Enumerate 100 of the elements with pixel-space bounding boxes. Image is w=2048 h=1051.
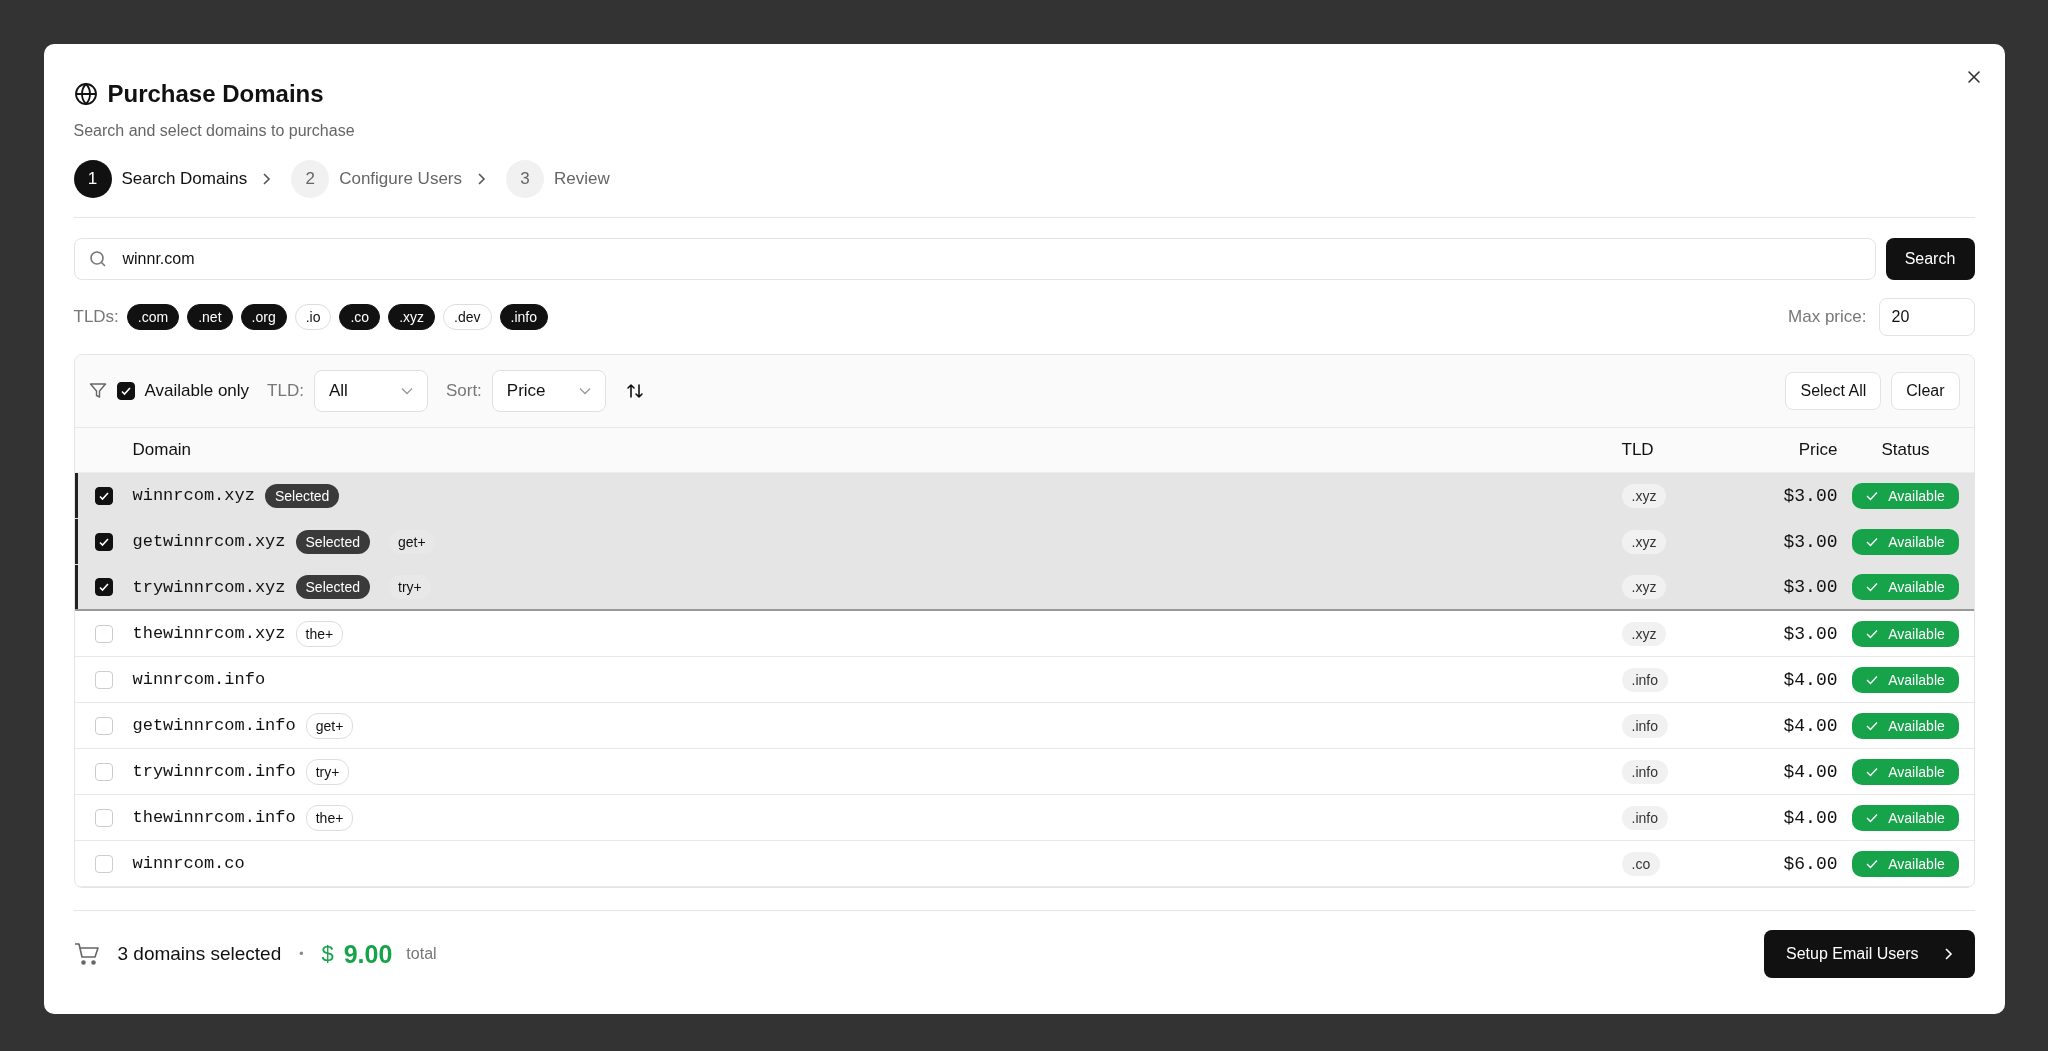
check-icon xyxy=(1866,766,1879,777)
selected-badge: Selected xyxy=(295,575,370,599)
filter-icon xyxy=(88,382,107,400)
tlds-label: TLDs: xyxy=(73,307,119,327)
prefix-tag: get+ xyxy=(305,712,354,739)
sort-order-icon[interactable] xyxy=(625,382,644,400)
total-amount: 9.00 xyxy=(343,939,393,969)
table-row[interactable]: getwinnrcom.info get+ .info $4.00 Available xyxy=(74,703,1974,749)
max-price-field[interactable]: 20 xyxy=(1878,298,1975,336)
dialog-subtitle: Search and select domains to purchase xyxy=(73,122,356,140)
status-badge: Available xyxy=(1852,712,1959,739)
tld-tag: .info xyxy=(1621,667,1668,692)
price: $4.00 xyxy=(1783,807,1838,828)
tld-tag: .info xyxy=(1621,805,1668,830)
checkbox[interactable] xyxy=(116,382,135,400)
domain-name: thewinnrcom.xyz xyxy=(132,624,286,643)
tld-chip[interactable]: .org xyxy=(240,304,287,330)
status-badge: Available xyxy=(1852,620,1959,647)
column-header: Price xyxy=(1797,440,1838,460)
price: $6.00 xyxy=(1783,853,1838,874)
max-price-label: Max price: xyxy=(1788,307,1867,327)
chevron-right-icon xyxy=(261,172,272,186)
prefix-tag: try+ xyxy=(305,758,350,785)
tld-chip[interactable]: .com xyxy=(126,304,180,330)
selected-badge: Selected xyxy=(264,483,340,508)
domain-name: thewinnrcom.info xyxy=(132,808,296,827)
prefix-tag: the+ xyxy=(305,804,354,831)
check-icon xyxy=(1866,628,1879,639)
check-icon xyxy=(1866,582,1879,592)
domain-name: winnrcom.xyz xyxy=(132,486,255,505)
status-badge: Available xyxy=(1852,482,1959,509)
table-row[interactable]: winnrcom.co .co $6.00 Available xyxy=(74,841,1974,887)
tld-label: TLD: xyxy=(267,381,304,401)
status-badge: Available xyxy=(1852,528,1959,555)
dialog-title: Purchase Domains xyxy=(107,80,324,108)
check-icon xyxy=(1866,812,1879,823)
tld-chip[interactable]: .info xyxy=(499,304,548,330)
column-header: TLD xyxy=(1621,440,1655,460)
chevron-right-icon xyxy=(476,172,486,186)
currency-sign: $ xyxy=(321,941,334,967)
checkbox[interactable] xyxy=(94,578,113,596)
table-row[interactable]: thewinnrcom.info the+ .info $4.00 Available xyxy=(74,795,1974,841)
cart-icon xyxy=(73,942,100,966)
domain-name: getwinnrcom.xyz xyxy=(132,532,286,551)
step[interactable]: 3 Review xyxy=(506,160,610,198)
sort-label: Sort: xyxy=(445,381,482,401)
domain-name: winnrcom.co xyxy=(132,854,245,873)
checkbox[interactable] xyxy=(94,486,113,505)
tld-tag: .xyz xyxy=(1621,575,1667,599)
search-button[interactable]: Search xyxy=(1885,238,1975,280)
domain-name: trywinnrcom.info xyxy=(132,762,296,781)
status-badge: Available xyxy=(1852,758,1959,785)
price: $4.00 xyxy=(1783,761,1838,782)
prefix-tag: the+ xyxy=(295,620,344,647)
sort-select[interactable]: Price xyxy=(491,370,606,412)
price: $4.00 xyxy=(1783,715,1838,736)
tld-tag: .xyz xyxy=(1621,483,1667,508)
setup-email-users-button[interactable]: Setup Email Users xyxy=(1764,930,1975,978)
tld-tag: .co xyxy=(1621,851,1661,876)
checkmark-icon xyxy=(97,581,110,593)
table-row[interactable]: getwinnrcom.xyz Selected get+ .xyz $3.00 Available xyxy=(74,519,1974,565)
toolbar-button[interactable]: Select All xyxy=(1785,372,1882,410)
domain-name: getwinnrcom.info xyxy=(132,716,296,735)
status-badge: Available xyxy=(1852,666,1959,693)
tld-select[interactable]: All xyxy=(313,370,428,412)
step[interactable]: 1 Search Domains xyxy=(73,160,248,198)
table-row[interactable]: trywinnrcom.xyz Selected try+ .xyz $3.00 Available xyxy=(74,565,1974,611)
checkmark-icon xyxy=(119,385,132,397)
table-row[interactable]: winnrcom.info .info $4.00 Available xyxy=(74,657,1974,703)
tld-tag: .xyz xyxy=(1621,621,1667,646)
available-only-label: Available only xyxy=(144,381,250,401)
check-icon xyxy=(1866,674,1879,685)
price: $3.00 xyxy=(1783,577,1838,597)
status-badge: Available xyxy=(1852,804,1959,831)
domain-name: trywinnrcom.xyz xyxy=(132,577,286,597)
table-row[interactable]: trywinnrcom.info try+ .info $4.00 Available xyxy=(74,749,1974,795)
table-row[interactable]: thewinnrcom.xyz the+ .xyz $3.00 Available xyxy=(74,611,1974,657)
step[interactable]: 2 Configure Users xyxy=(291,160,462,198)
status-badge: Available xyxy=(1852,574,1959,600)
separator: • xyxy=(299,947,304,961)
check-icon xyxy=(1866,490,1879,501)
selected-badge: Selected xyxy=(295,529,370,554)
table-row[interactable]: winnrcom.xyz Selected .xyz $3.00 Available xyxy=(74,473,1974,519)
chevron-right-icon xyxy=(1942,947,1953,961)
selected-count: 3 domains selected xyxy=(117,943,282,965)
toolbar-button[interactable]: Clear xyxy=(1891,372,1960,410)
checkbox[interactable] xyxy=(94,532,113,551)
globe-icon xyxy=(73,82,98,106)
check-icon xyxy=(1866,536,1879,547)
column-header: Domain xyxy=(132,440,193,460)
tld-chip[interactable]: .co xyxy=(339,304,381,330)
chevron-down-icon xyxy=(400,387,413,395)
domain-name: winnrcom.info xyxy=(132,670,266,689)
check-icon xyxy=(1866,858,1879,869)
price: $4.00 xyxy=(1783,669,1838,690)
tld-chip[interactable]: .net xyxy=(187,304,233,330)
tld-chip[interactable]: .xyz xyxy=(388,304,436,330)
tld-tag: .info xyxy=(1621,713,1668,738)
search-field[interactable]: winnr.com xyxy=(73,238,1876,280)
tld-tag: .info xyxy=(1621,759,1668,784)
